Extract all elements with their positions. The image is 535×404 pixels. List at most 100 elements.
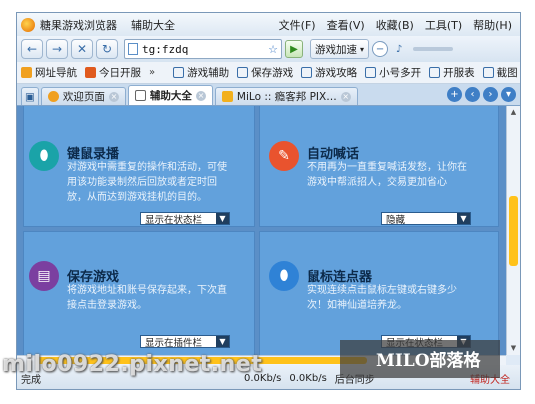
save-icon: ▤ <box>29 261 59 291</box>
display-select[interactable]: 隐藏 ▼ <box>381 212 471 226</box>
speed-icon[interactable]: ♪ <box>391 41 407 57</box>
fav-label: 游戏辅助 <box>187 67 230 79</box>
fav-multi-open[interactable]: 小号多开 <box>365 65 421 80</box>
menu-help[interactable]: 帮助(H) <box>473 17 512 33</box>
tab-close-icon[interactable]: × <box>340 91 351 102</box>
display-select[interactable]: 显示在状态栏 ▼ <box>140 212 230 226</box>
desc-line: 将游戏地址和账号保存起来，下次直 <box>67 285 227 296</box>
scroll-down-icon[interactable]: ▼ <box>509 344 518 353</box>
bookmark-icon <box>85 67 96 78</box>
back-button[interactable]: ← <box>21 39 43 59</box>
fav-label: 保存游戏 <box>251 67 294 79</box>
tab-close-icon[interactable]: × <box>195 90 206 101</box>
refresh-icon: ↻ <box>101 42 113 56</box>
menu-file[interactable]: 文件(F) <box>279 17 316 33</box>
tab-list-icon[interactable]: ▾ <box>501 87 516 102</box>
next-tab-icon[interactable]: › <box>483 87 498 102</box>
go-button[interactable]: ▶ <box>285 40 303 58</box>
arrow-left-icon: ← <box>26 42 38 56</box>
watermark-right-text: MILO部落格 <box>376 351 481 371</box>
chevron-down-icon: ▼ <box>216 336 229 347</box>
new-tab-icon[interactable]: + <box>447 87 462 102</box>
browser-window: 糖果游戏浏览器 辅助大全 文件(F) 查看(V) 收藏(B) 工具(T) 帮助(… <box>16 12 521 390</box>
desc-line: 对游戏中需重复的操作和活动，可使 <box>67 162 227 173</box>
user-icon <box>365 67 377 78</box>
menu-tools[interactable]: 工具(T) <box>425 17 462 33</box>
fav-label: 网址导航 <box>35 67 77 79</box>
address-input[interactable]: tg:fzdq <box>142 43 268 56</box>
desc-line: 次！如神仙道培养龙。 <box>307 300 407 311</box>
feature-desc: 实现连续点击鼠标左键或右键多少 次！如神仙道培养龙。 <box>307 283 497 313</box>
megaphone-icon: ✎ <box>269 141 299 171</box>
page-icon <box>134 90 146 101</box>
fav-strategy[interactable]: 游戏攻略 <box>301 65 357 80</box>
tab-assist[interactable]: 辅助大全 × <box>127 85 213 105</box>
fav-server-list[interactable]: 开服表 <box>429 65 475 80</box>
prev-tab-icon[interactable]: ‹ <box>465 87 480 102</box>
forward-button[interactable]: → <box>46 39 68 59</box>
close-icon: ✕ <box>76 42 88 56</box>
bookmark-icon <box>21 67 32 78</box>
save-icon <box>237 67 249 78</box>
fav-label: 开服表 <box>443 67 475 79</box>
display-select[interactable]: 显示在插件栏 ▼ <box>140 335 230 349</box>
select-value: 显示在状态栏 <box>145 214 203 226</box>
feature-desc: 对游戏中需重复的操作和活动，可使 用该功能录制然后回放或者定时回 放，从而达到游… <box>67 160 252 205</box>
address-bar[interactable]: tg:fzdq ☆ <box>124 39 282 59</box>
chevron-down-icon: ▾ <box>360 44 365 54</box>
fav-label: 截图 <box>496 67 518 79</box>
camera-icon <box>482 67 494 78</box>
scroll-up-icon[interactable]: ▲ <box>509 108 518 117</box>
title-bar: 糖果游戏浏览器 辅助大全 文件(F) 查看(V) 收藏(B) 工具(T) 帮助(… <box>17 13 520 36</box>
app-title: 糖果游戏浏览器 <box>40 18 117 32</box>
tab-bar: ▣ 欢迎页面 × 辅助大全 × MiLo :: 瘾客邦 PIX… × + ‹ › ▾ <box>17 84 520 106</box>
tab-close-icon[interactable]: × <box>108 91 119 102</box>
zoom-out-button[interactable]: − <box>372 41 389 57</box>
select-value: 隐藏 <box>386 214 406 226</box>
click-icon: ⬮ <box>269 261 299 291</box>
toolbar: ← → ✕ ↻ tg:fzdq ☆ ▶ 游戏加速 ▾ − ♪ <box>17 36 520 62</box>
page-icon <box>128 43 138 55</box>
fav-save-game[interactable]: 保存游戏 <box>237 65 293 80</box>
vertical-scrollbar[interactable]: ▲ ▼ <box>506 106 520 355</box>
fav-game-assist[interactable]: 游戏辅助 <box>173 65 229 80</box>
chevron-down-icon: ▼ <box>216 213 229 224</box>
fav-today-open[interactable]: 今日开服 <box>85 65 141 80</box>
tab-label: 辅助大全 <box>149 90 192 102</box>
star-icon[interactable]: ☆ <box>268 43 278 56</box>
grid-icon <box>173 67 185 78</box>
speed-slider[interactable] <box>413 47 454 51</box>
runner-icon: ♪ <box>395 43 403 55</box>
tab-sidebar-toggle[interactable]: ▣ <box>21 87 39 105</box>
menu-bar: 文件(F) 查看(V) 收藏(B) 工具(T) 帮助(H) <box>279 17 512 33</box>
scroll-thumb[interactable] <box>509 196 518 266</box>
menu-favorites[interactable]: 收藏(B) <box>376 17 414 33</box>
sidebar-icon: ▣ <box>25 90 35 103</box>
mouse-icon: ⬮ <box>29 141 59 171</box>
arrow-right-icon: → <box>51 42 63 56</box>
content-area: ⬮ 键鼠录播 对游戏中需重复的操作和活动，可使 用该功能录制然后回放或者定时回 … <box>17 106 506 355</box>
welcome-icon <box>47 91 59 102</box>
stop-button[interactable]: ✕ <box>71 39 93 59</box>
desc-line: 用该功能录制然后回放或者定时回 <box>67 177 217 188</box>
watermark-url: milo0922.pixnet.net <box>2 352 263 377</box>
desc-line: 不用再为一直重复喊话发愁，让你在 <box>307 162 467 173</box>
game-accelerator-button[interactable]: 游戏加速 ▾ <box>310 39 370 59</box>
fav-label: 游戏攻略 <box>315 67 358 79</box>
fav-nav[interactable]: 网址导航 <box>21 65 77 80</box>
favorites-bar: 网址导航 今日开服 » 游戏辅助 保存游戏 游戏攻略 小号多开 开服表 截图 <box>17 62 520 84</box>
desc-line: 实现连续点击鼠标左键或右键多少 <box>307 285 457 296</box>
fav-label: 今日开服 <box>99 67 141 79</box>
minus-icon: − <box>375 43 385 55</box>
upload-speed: 0.0Kb/s <box>289 372 327 384</box>
more-favorites-icon[interactable]: » <box>149 67 155 78</box>
tab-label: MiLo :: 瘾客邦 PIX… <box>236 91 337 103</box>
tab-welcome[interactable]: 欢迎页面 × <box>40 87 126 105</box>
fav-label: 小号多开 <box>379 67 422 79</box>
refresh-button[interactable]: ↻ <box>96 39 118 59</box>
fav-screenshot[interactable]: 截图 <box>482 65 518 80</box>
app-logo-icon <box>21 17 35 32</box>
list-icon <box>429 67 441 78</box>
menu-view[interactable]: 查看(V) <box>327 17 365 33</box>
tab-milo[interactable]: MiLo :: 瘾客邦 PIX… × <box>214 87 358 105</box>
